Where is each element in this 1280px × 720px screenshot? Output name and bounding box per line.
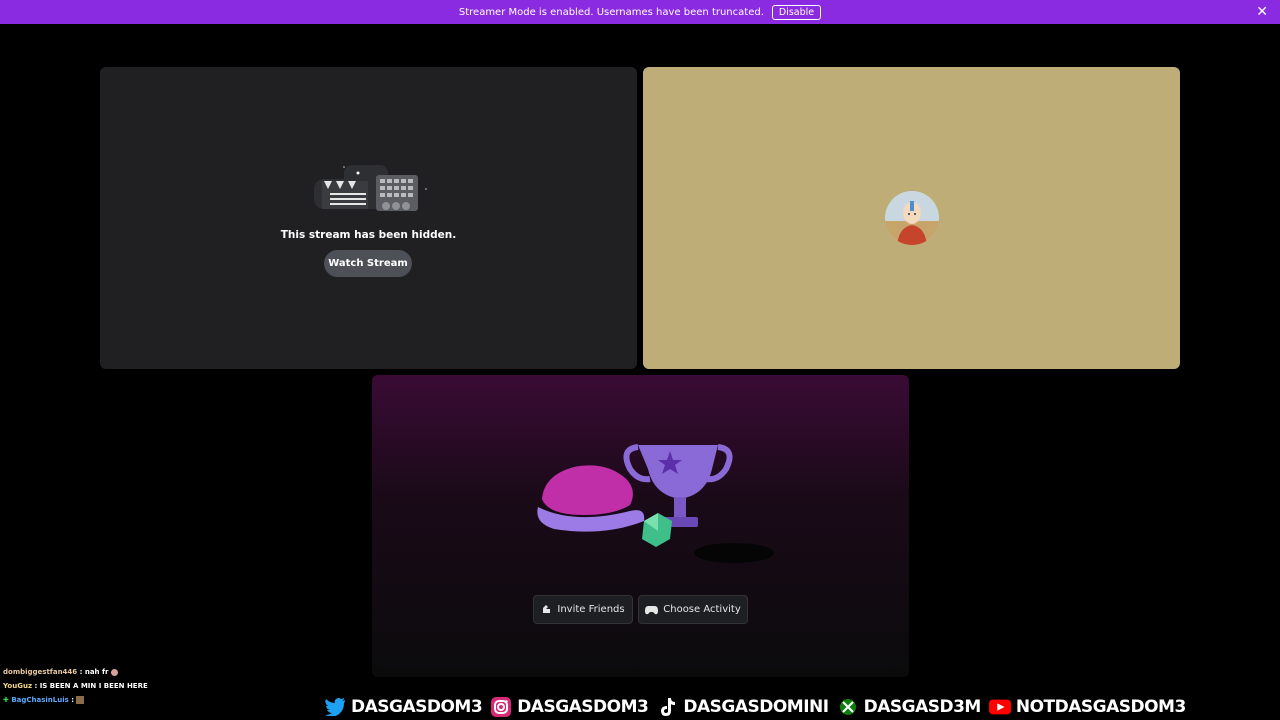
youtube-icon (988, 696, 1011, 718)
emote-icon (76, 696, 85, 704)
youtube-handle: NOTDASGASDOM3 (1015, 697, 1186, 717)
twitter-handle: DASGASDOM3 (351, 697, 483, 717)
social-handles: DASGASDOM3 DASGASDOM3 DASGASDOMINI DASGA… (324, 694, 1194, 720)
chat-text: : (68, 696, 77, 704)
avatar (885, 191, 939, 245)
disable-streamer-mode-button[interactable]: Disable (771, 4, 822, 20)
choose-activity-label: Choose Activity (663, 604, 741, 615)
chat-message: ✚ BagChasinLuis : (3, 693, 148, 707)
xbox-handle: DASGASD3M (863, 697, 982, 717)
twitter-icon (324, 696, 346, 718)
chat-overlay: dombiggestfan446 : nah fr YouGuz : IS BE… (3, 665, 148, 707)
chat-text: : IS BEEN A MIN I BEEN HERE (32, 682, 148, 690)
social-item: NOTDASGASDOM3 (988, 696, 1186, 718)
social-item: DASGASDOMINI (656, 696, 829, 718)
invite-friends-button[interactable]: Invite Friends (533, 595, 633, 624)
chat-text: : nah fr (77, 668, 111, 676)
instagram-handle: DASGASDOM3 (517, 697, 649, 717)
streamer-mode-banner: Streamer Mode is enabled. Usernames have… (0, 0, 1280, 24)
banner-message: Streamer Mode is enabled. Usernames have… (458, 6, 764, 18)
chat-username: YouGuz (3, 682, 33, 690)
gamepad-icon (645, 605, 659, 614)
participant-tile[interactable] (643, 67, 1180, 369)
instagram-icon (490, 696, 512, 718)
badge-icon: ✚ (3, 696, 9, 704)
watch-stream-button[interactable]: Watch Stream (324, 250, 412, 277)
choose-activity-button[interactable]: Choose Activity (638, 595, 748, 624)
chat-message: dombiggestfan446 : nah fr (3, 665, 148, 679)
social-item: DASGASDOM3 (490, 696, 649, 718)
emote-icon (110, 668, 118, 676)
close-icon[interactable]: ✕ (1256, 4, 1268, 20)
hidden-stream-tile[interactable]: This stream has been hidden. Watch Strea… (100, 67, 637, 369)
xbox-icon (837, 696, 859, 718)
tiktok-icon (656, 696, 678, 718)
chat-username: dombiggestfan446 (3, 668, 78, 676)
invite-icon (543, 605, 551, 613)
activity-tile: Invite Friends Choose Activity (372, 375, 909, 677)
hidden-stream-illustration (314, 165, 427, 211)
chat-username: BagChasinLuis (11, 696, 69, 704)
tiktok-handle: DASGASDOMINI (683, 697, 829, 717)
chat-message: YouGuz : IS BEEN A MIN I BEEN HERE (3, 679, 148, 693)
stream-hidden-message: This stream has been hidden. (280, 229, 457, 241)
activity-illustration (537, 444, 774, 563)
invite-friends-label: Invite Friends (557, 604, 625, 615)
social-item: DASGASD3M (837, 696, 981, 718)
social-item: DASGASDOM3 (324, 696, 483, 718)
